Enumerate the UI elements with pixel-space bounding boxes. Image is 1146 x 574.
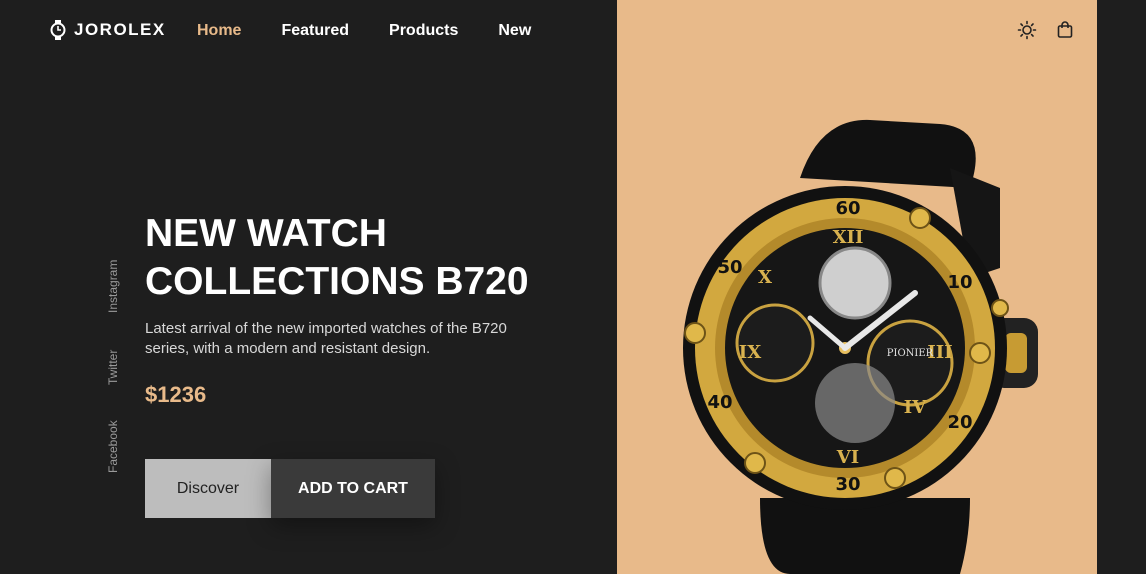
nav-featured[interactable]: Featured xyxy=(281,22,349,40)
hero-price: $1236 xyxy=(145,382,207,407)
nav-products[interactable]: Products xyxy=(389,22,458,40)
brand-name: JOROLEX xyxy=(74,20,166,39)
nav-home[interactable]: Home xyxy=(197,22,241,40)
svg-text:60: 60 xyxy=(835,198,860,219)
svg-text:20: 20 xyxy=(947,412,972,433)
shopping-bag-icon[interactable] xyxy=(1055,20,1075,40)
watch-logo-icon xyxy=(50,20,66,40)
add-to-cart-button[interactable]: ADD TO CART xyxy=(271,459,435,518)
svg-text:X: X xyxy=(758,267,772,288)
svg-text:40: 40 xyxy=(707,392,732,413)
social-twitter[interactable]: Twitter xyxy=(106,350,120,385)
svg-text:50: 50 xyxy=(717,257,742,278)
main-nav: Home Featured Products New xyxy=(197,22,571,40)
hero-description: Latest arrival of the new imported watch… xyxy=(145,320,507,357)
discover-button[interactable]: Discover xyxy=(145,459,271,518)
svg-text:IX: IX xyxy=(739,342,761,363)
svg-text:XII: XII xyxy=(833,227,864,248)
svg-text:30: 30 xyxy=(835,474,860,495)
svg-text:10: 10 xyxy=(947,272,972,293)
sun-icon[interactable] xyxy=(1017,20,1037,40)
watch-image: 60 30 10 20 50 40 XII III VI IX IV X PIO… xyxy=(683,119,1038,574)
social-instagram[interactable]: Instagram xyxy=(106,260,120,313)
nav-new[interactable]: New xyxy=(498,22,531,40)
hero-title-line1: NEW WATCH xyxy=(145,212,387,255)
hero-title-line2: COLLECTIONS B720 xyxy=(145,260,529,303)
hero-title: NEW WATCH COLLECTIONS B720 xyxy=(145,210,605,306)
social-facebook[interactable]: Facebook xyxy=(106,420,120,473)
svg-text:VI: VI xyxy=(836,447,859,468)
brand-logo[interactable]: JOROLEX xyxy=(50,20,166,40)
svg-text:PIONIER: PIONIER xyxy=(887,348,934,359)
svg-text:IV: IV xyxy=(904,397,927,418)
header-actions xyxy=(1017,20,1075,40)
